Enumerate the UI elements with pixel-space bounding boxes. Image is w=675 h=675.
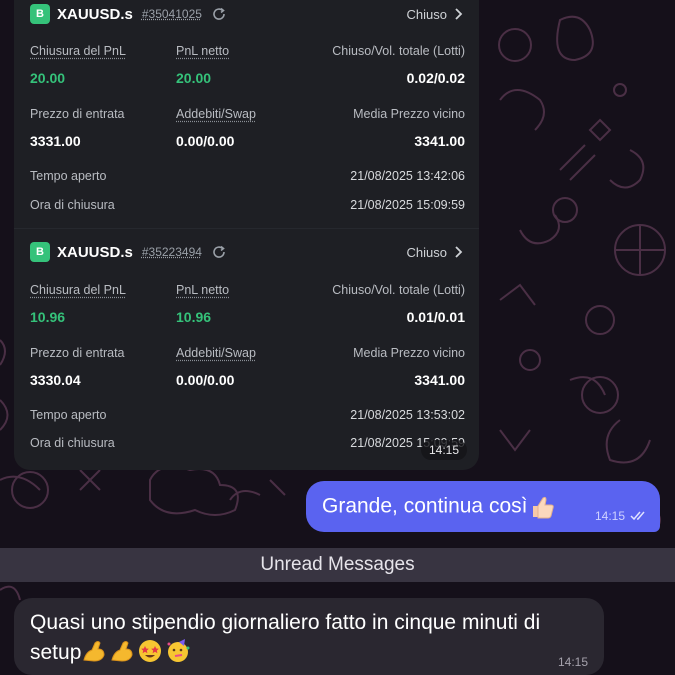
message-text: Grande, continua così	[322, 494, 555, 520]
chevron-right-icon	[455, 8, 463, 20]
buy-badge: B	[30, 242, 50, 262]
avg-close-price-label: Media Prezzo vicino	[353, 107, 465, 121]
open-time-value: 21/08/2025 13:53:02	[350, 408, 465, 422]
open-time-label: Tempo aperto	[30, 408, 107, 422]
avg-close-price-label: Media Prezzo vicino	[353, 346, 465, 360]
copy-icon[interactable]	[212, 245, 226, 259]
trade-card[interactable]: B XAUUSD.s #35041025 Chiuso Chiusura del…	[14, 0, 479, 228]
message-text-content: Grande, continua così	[322, 494, 528, 518]
open-time-value: 21/08/2025 13:42:06	[350, 169, 465, 183]
volume-value: 0.01/0.01	[406, 309, 465, 325]
swap-label: Addebiti/Swap	[176, 107, 256, 121]
entry-price-value: 3330.04	[30, 372, 81, 388]
pnl-close-label: Chiusura del PnL	[30, 283, 126, 297]
copy-icon[interactable]	[212, 7, 226, 21]
ticket-number[interactable]: #35041025	[142, 7, 202, 21]
chevron-right-icon	[455, 246, 463, 258]
volume-label: Chiuso/Vol. totale (Lotti)	[332, 44, 465, 58]
status[interactable]: Chiuso	[407, 245, 463, 260]
status-label: Chiuso	[406, 244, 447, 260]
pnl-close-label: Chiusura del PnL	[30, 44, 126, 58]
message-time: 14:15	[594, 509, 625, 523]
message-time: 14:15	[557, 655, 588, 669]
double-check-icon	[630, 511, 645, 521]
trade-card[interactable]: B XAUUSD.s #35223494 Chiuso Chiusura del…	[14, 228, 479, 456]
thumbs-up-emoji-icon	[533, 496, 555, 518]
flexed-biceps-emoji-icon	[83, 641, 105, 662]
trade-header: B XAUUSD.s #35041025 Chiuso	[30, 1, 463, 27]
status[interactable]: Chiuso	[407, 7, 463, 22]
star-struck-emoji-icon	[139, 640, 162, 662]
incoming-message[interactable]: Quasi uno stipendio giornaliero fatto in…	[14, 598, 604, 675]
swap-label: Addebiti/Swap	[176, 346, 256, 360]
swap-value: 0.00/0.00	[176, 133, 235, 149]
message-time: 14:15	[420, 440, 467, 460]
partying-face-emoji-icon	[167, 639, 190, 662]
entry-price-value: 3331.00	[30, 133, 81, 149]
message-meta: 14:15	[595, 509, 648, 523]
volume-value: 0.02/0.02	[406, 70, 465, 86]
volume-label: Chiuso/Vol. totale (Lotti)	[332, 283, 465, 297]
open-time-label: Tempo aperto	[30, 169, 107, 183]
avg-close-price-value: 3341.00	[414, 133, 465, 149]
symbol: XAUUSD.s	[57, 5, 133, 23]
close-time-label: Ora di chiusura	[30, 198, 115, 212]
pnl-net-value: 20.00	[176, 70, 212, 86]
pnl-close-value: 20.00	[30, 70, 66, 86]
message-text: Quasi uno stipendio giornaliero fatto in…	[30, 608, 590, 668]
outgoing-message[interactable]: Grande, continua così 14:15	[306, 481, 660, 532]
pnl-net-value: 10.96	[176, 309, 212, 325]
swap-value: 0.00/0.00	[176, 372, 235, 388]
avg-close-price-value: 3341.00	[414, 372, 465, 388]
symbol: XAUUSD.s	[57, 243, 133, 261]
buy-badge: B	[30, 4, 50, 24]
entry-price-label: Prezzo di entrata	[30, 107, 125, 121]
close-time-label: Ora di chiusura	[30, 436, 115, 450]
flexed-biceps-emoji-icon	[111, 641, 133, 662]
entry-price-label: Prezzo di entrata	[30, 346, 125, 360]
unread-messages-divider: Unread Messages	[0, 548, 675, 582]
trade-screenshot-message[interactable]: B XAUUSD.s #35041025 Chiuso Chiusura del…	[14, 0, 479, 470]
pnl-net-label: PnL netto	[176, 44, 230, 58]
ticket-number[interactable]: #35223494	[142, 245, 202, 259]
pnl-close-value: 10.96	[30, 309, 66, 325]
pnl-net-label: PnL netto	[176, 283, 230, 297]
status-label: Chiuso	[406, 6, 447, 22]
close-time-value: 21/08/2025 15:09:59	[350, 198, 465, 212]
trade-header: B XAUUSD.s #35223494 Chiuso	[30, 239, 463, 265]
